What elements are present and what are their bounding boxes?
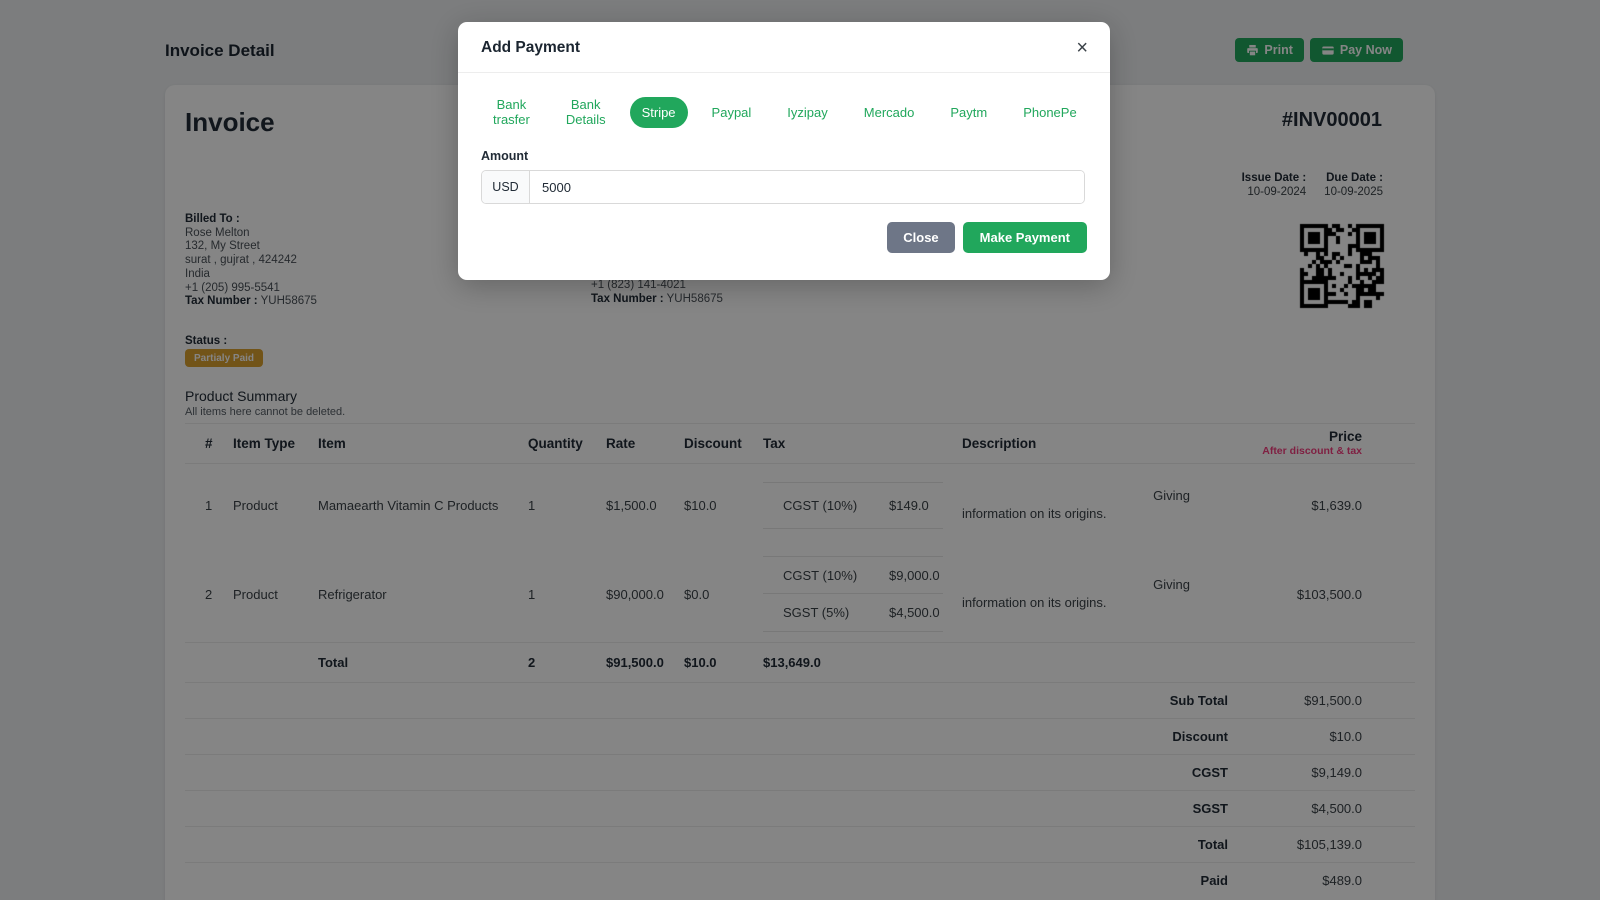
amount-input-group: USD [481,170,1085,204]
modal-body: Bank trasfer Bank Details Stripe Paypal … [458,73,1110,273]
amount-input[interactable] [530,171,1084,203]
make-payment-button[interactable]: Make Payment [962,222,1087,253]
payment-method-tabs: Bank trasfer Bank Details Stripe Paypal … [481,89,1087,135]
add-payment-modal: Add Payment × Bank trasfer Bank Details … [458,22,1110,280]
close-icon[interactable]: × [1076,38,1088,58]
amount-label: Amount [481,149,529,163]
tab-iyzipay[interactable]: Iyzipay [775,97,839,128]
modal-header: Add Payment × [458,22,1110,73]
modal-footer: Close Make Payment [481,222,1087,253]
tab-phonepe[interactable]: PhonePe [1011,97,1089,128]
currency-addon: USD [482,171,530,203]
tab-bank-transfer[interactable]: Bank trasfer [481,89,542,135]
close-button[interactable]: Close [887,222,955,253]
tab-paytm[interactable]: Paytm [938,97,999,128]
tab-stripe[interactable]: Stripe [629,96,688,128]
modal-title: Add Payment [481,39,581,56]
tab-bank-details[interactable]: Bank Details [554,89,618,135]
tab-paypal[interactable]: Paypal [700,97,764,128]
tab-mercado[interactable]: Mercado [852,97,927,128]
